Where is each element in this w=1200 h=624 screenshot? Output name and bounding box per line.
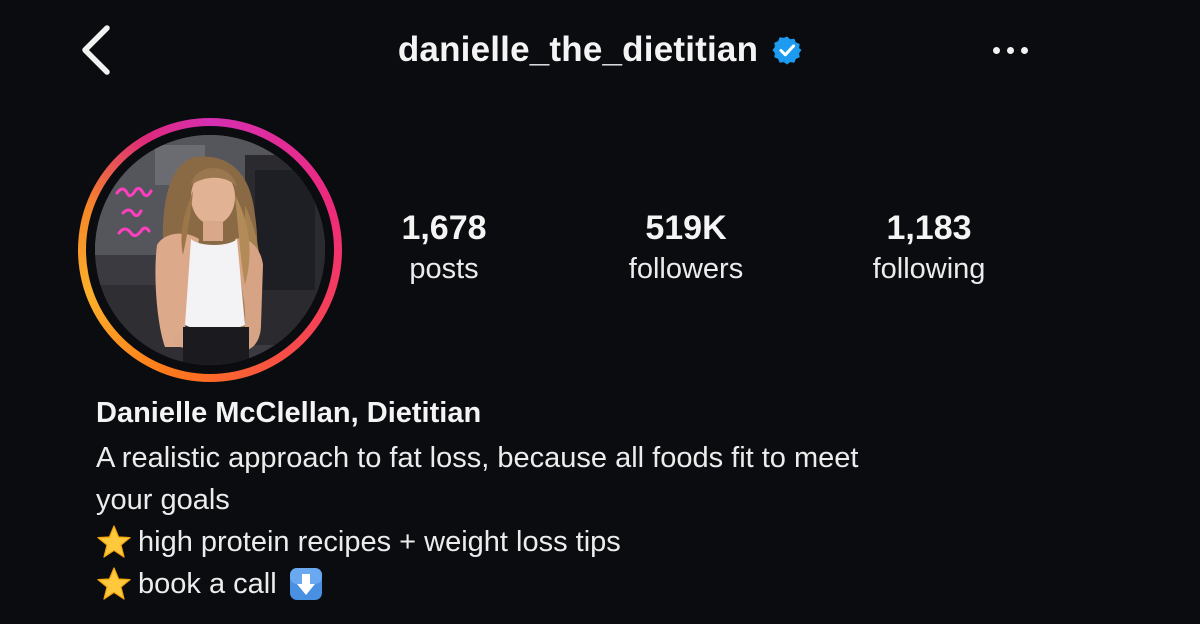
- bio: A realistic approach to fat loss, becaus…: [96, 437, 1056, 605]
- more-dot: [1020, 46, 1028, 54]
- stat-following[interactable]: 1,183 following: [829, 206, 1029, 288]
- avatar-photo-illustration: [95, 135, 325, 365]
- stat-followers[interactable]: 519K followers: [586, 206, 786, 288]
- stat-posts[interactable]: 1,678 posts: [344, 206, 544, 288]
- more-dot: [1006, 46, 1014, 54]
- profile-avatar-story-ring[interactable]: [78, 118, 342, 382]
- followers-label: followers: [628, 253, 744, 285]
- following-count: 1,183: [886, 209, 972, 247]
- bio-line-4: book a call: [96, 563, 1056, 605]
- verified-badge-icon: [772, 35, 802, 65]
- bio-bullet-text-book-call: book a call: [138, 568, 277, 600]
- more-horizontal-icon: [992, 46, 1000, 54]
- profile-screen: danielle_the_dietitian 1,678 posts 519K …: [0, 0, 1200, 624]
- avatar: [95, 135, 325, 365]
- star-emoji-icon: [96, 524, 132, 560]
- star-emoji-icon: [96, 566, 132, 602]
- bio-line-2: your goals: [96, 484, 230, 516]
- following-label: following: [872, 253, 986, 285]
- bio-line-3: high protein recipes + weight loss tips: [96, 521, 1056, 563]
- posts-label: posts: [409, 253, 479, 285]
- username-title: danielle_the_dietitian: [397, 30, 759, 69]
- down-arrow-emoji-icon: [289, 567, 323, 601]
- posts-count: 1,678: [401, 209, 487, 247]
- bio-line-1: A realistic approach to fat loss, becaus…: [96, 442, 859, 474]
- more-options-button[interactable]: [978, 32, 1042, 68]
- display-name: Danielle McClellan, Dietitian: [96, 397, 482, 429]
- bio-bullet-text-recipes: high protein recipes + weight loss tips: [138, 526, 621, 558]
- followers-count: 519K: [645, 209, 727, 247]
